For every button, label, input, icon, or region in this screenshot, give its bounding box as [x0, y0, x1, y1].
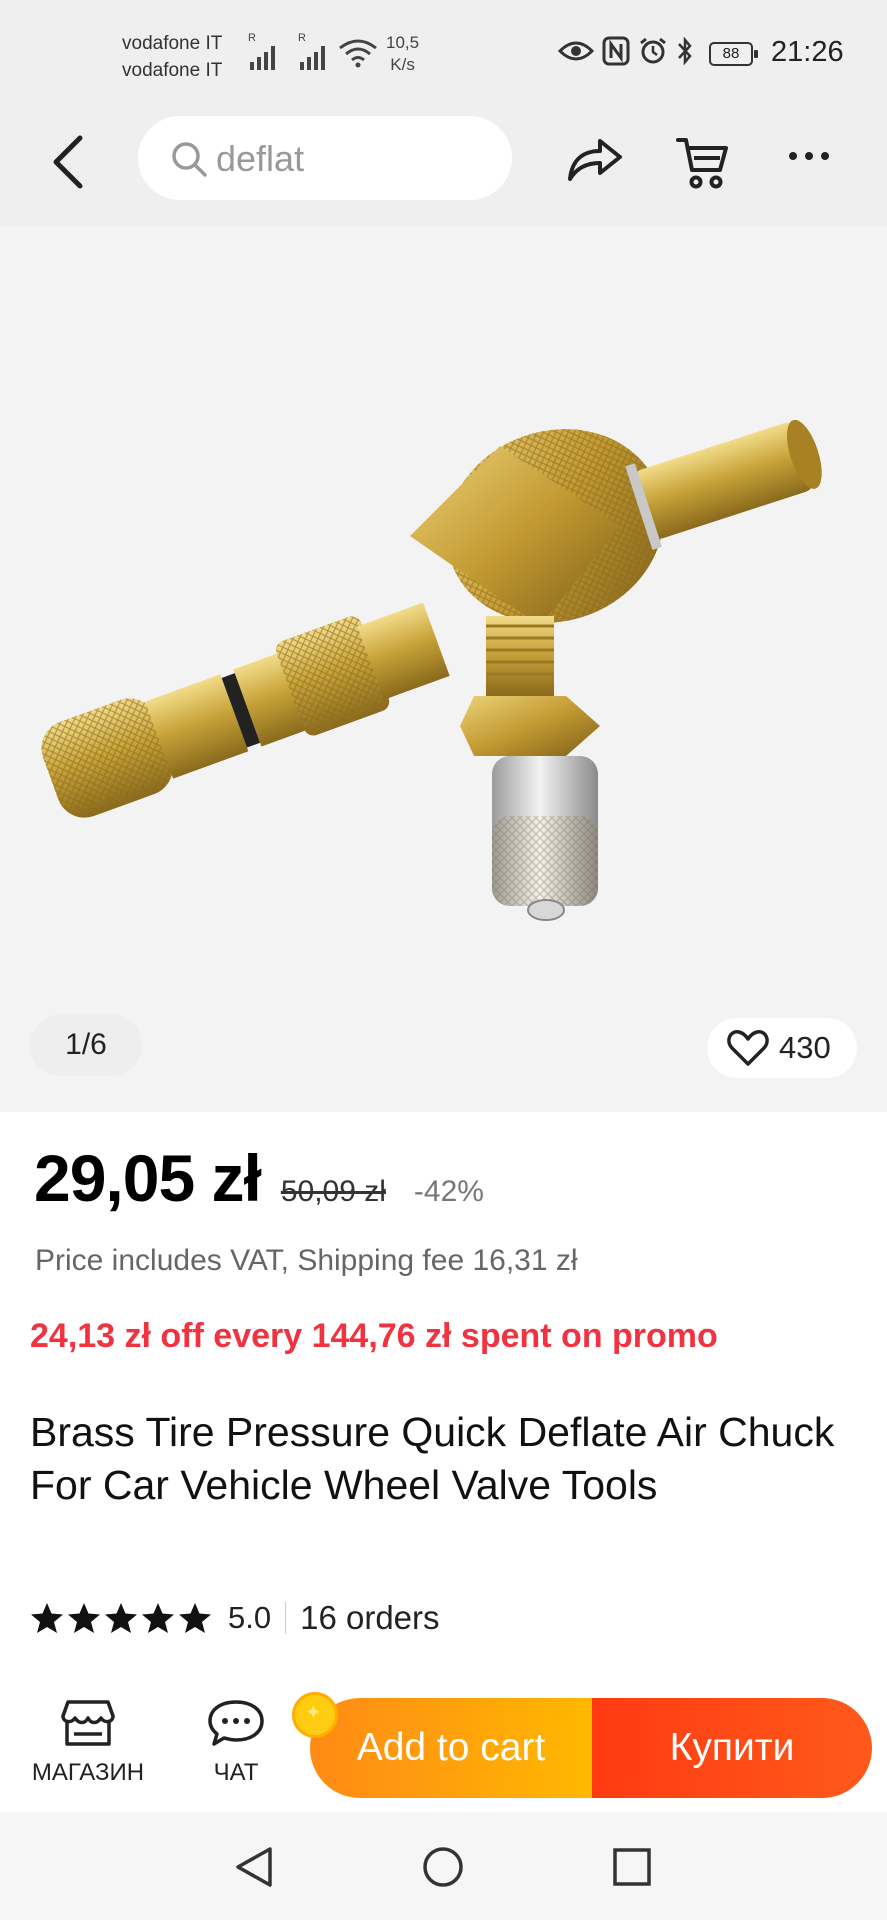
top-nav: deflat: [0, 110, 887, 226]
store-icon: [61, 1700, 115, 1746]
likes-count: 430: [779, 1030, 831, 1065]
discount-percent: -42%: [413, 1175, 484, 1208]
status-icons: [558, 36, 694, 66]
nav-back-icon[interactable]: [232, 1845, 276, 1889]
status-bar: vodafone IT vodafone IT R R 10,5 K/s 88 …: [0, 0, 887, 110]
search-icon: [172, 142, 207, 177]
chat-button[interactable]: ЧАТ: [196, 1698, 276, 1787]
battery-icon: 88: [709, 42, 758, 66]
product-title: Brass Tire Pressure Quick Deflate Air Ch…: [30, 1409, 835, 1508]
carrier-names: vodafone IT vodafone IT: [122, 30, 222, 84]
coin-icon: [292, 1692, 338, 1738]
search-query: deflat: [216, 138, 305, 179]
more-icon[interactable]: [788, 150, 830, 162]
original-price: 50,09 zł: [280, 1175, 386, 1208]
promo-banner[interactable]: 24,13 zł off every 144,76 zł spent on pr…: [30, 1317, 718, 1356]
star-icon: [142, 1603, 174, 1633]
nfc-icon: [602, 36, 630, 66]
carrier-2: vodafone IT: [122, 60, 223, 81]
star-rating: [30, 1602, 212, 1634]
divider: [285, 1602, 287, 1634]
chat-icon: [208, 1700, 264, 1746]
nav-home-icon[interactable]: [421, 1845, 465, 1889]
heart-icon: [727, 1030, 769, 1066]
product-gallery[interactable]: 1/6 430: [0, 226, 887, 1112]
share-icon[interactable]: [566, 135, 624, 183]
wifi-icon: [339, 39, 377, 68]
bluetooth-icon: [678, 36, 692, 66]
wishlist-button[interactable]: 430: [707, 1018, 857, 1078]
network-speed: 10,5 K/s: [386, 33, 420, 74]
nav-recents-icon[interactable]: [610, 1845, 654, 1889]
star-icon: [179, 1603, 211, 1633]
bottom-action-bar: МАГАЗИН ЧАТ Add to cart Купити: [0, 1680, 887, 1812]
signal-2-icon: R: [298, 32, 325, 70]
star-icon: [31, 1603, 63, 1633]
clock: 21:26: [771, 36, 844, 68]
current-price: 29,05 zł: [34, 1141, 262, 1215]
signal-1-icon: R: [248, 32, 275, 70]
star-icon: [68, 1603, 100, 1633]
cart-icon[interactable]: [676, 134, 730, 190]
product-image: [41, 419, 822, 921]
buy-now-button[interactable]: Купити: [592, 1698, 872, 1798]
star-icon: [105, 1603, 137, 1633]
store-button[interactable]: МАГАЗИН: [28, 1698, 148, 1787]
rating-row[interactable]: 5.0 16 orders: [30, 1598, 440, 1638]
vat-shipping-note: Price includes VAT, Shipping fee 16,31 z…: [35, 1244, 578, 1277]
alarm-icon: [640, 37, 666, 64]
carrier-1: vodafone IT: [122, 33, 223, 54]
search-input[interactable]: deflat: [138, 116, 512, 200]
chat-label: ЧАТ: [213, 1759, 259, 1786]
eye-icon: [558, 41, 594, 61]
system-nav-bar: [0, 1812, 887, 1920]
image-counter: 1/6: [30, 1014, 142, 1076]
orders-count: 16 orders: [300, 1599, 440, 1636]
rating-value: 5.0: [228, 1600, 272, 1635]
price-row: 29,05 zł 50,09 zł -42%: [34, 1140, 484, 1216]
store-label: МАГАЗИН: [31, 1759, 145, 1786]
back-icon[interactable]: [46, 132, 92, 192]
add-to-cart-button[interactable]: Add to cart: [310, 1698, 592, 1798]
